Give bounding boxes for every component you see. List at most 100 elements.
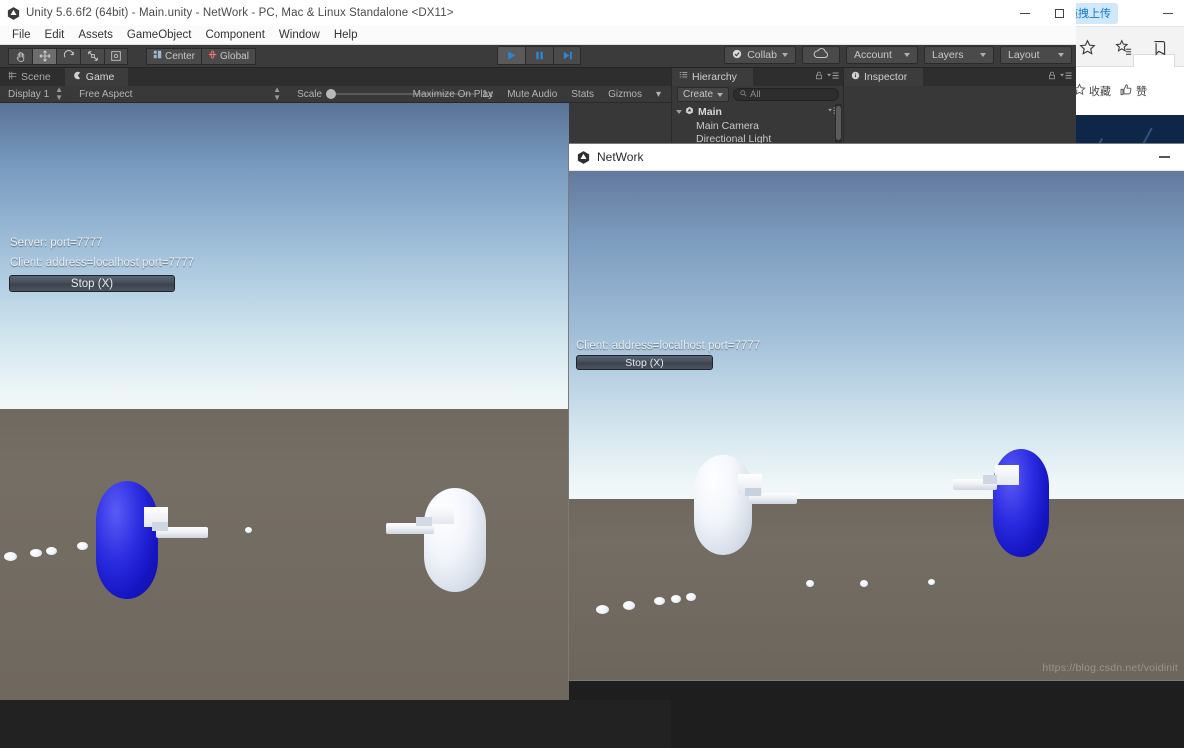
search-input[interactable]: All: [733, 88, 839, 101]
unity-titlebar: Unity 5.6.6f2 (64bit) - Main.unity - Net…: [0, 0, 1076, 26]
play-button[interactable]: [497, 46, 525, 65]
move-arrows-icon[interactable]: [32, 47, 56, 65]
unity-scene-icon: [685, 106, 694, 118]
game-render-view[interactable]: Server: port=7777 Client: address=localh…: [0, 103, 569, 735]
hierarchy-item-main[interactable]: Main: [672, 105, 844, 118]
pivot-mode-button[interactable]: Center: [146, 47, 202, 65]
chevron-down-icon[interactable]: [676, 109, 682, 114]
lock-icon[interactable]: [1048, 71, 1056, 82]
tab-game-label: Game: [85, 71, 115, 83]
stop-button[interactable]: Stop (X): [9, 275, 175, 292]
gizmos-chevron-icon[interactable]: ▾: [649, 89, 671, 100]
hierarchy-item-main-camera[interactable]: Main Camera: [672, 119, 844, 132]
hierarchy-panel-tools: [815, 71, 839, 82]
search-placeholder: All: [750, 89, 761, 100]
tab-scene[interactable]: Scene: [0, 68, 65, 86]
thumbs-up-icon: [1119, 83, 1133, 100]
gun-grip: [745, 488, 761, 496]
network-window-titlebar: NetWork: [569, 144, 1184, 171]
unity-logo-icon: [569, 144, 597, 171]
browser-minimize-button[interactable]: [1156, 4, 1180, 22]
display-label: Display 1: [8, 88, 50, 100]
tab-game[interactable]: Game: [64, 68, 129, 86]
account-label: Account: [854, 49, 892, 61]
stop-button[interactable]: Stop (X): [576, 355, 713, 370]
gizmos-dropdown[interactable]: Gizmos: [601, 89, 649, 100]
create-dropdown[interactable]: Create: [677, 87, 730, 102]
display-dropdown[interactable]: Display 1 ▲ ▼: [0, 86, 71, 103]
panel-menu-icon[interactable]: [827, 71, 839, 82]
pause-button[interactable]: [525, 46, 553, 65]
chevron-down-icon: [782, 53, 788, 57]
step-button[interactable]: [553, 46, 581, 65]
hand-tool[interactable]: [8, 47, 32, 65]
scale-knob[interactable]: [326, 89, 337, 99]
minimize-button[interactable]: [1008, 0, 1042, 26]
network-render-view[interactable]: Client: address=localhost port=7777 Stop…: [569, 171, 1184, 680]
like-label: 赞: [1136, 85, 1147, 98]
game-options-right: Maximize On Play Mute Audio Stats Gizmos…: [406, 86, 671, 103]
collab-button[interactable]: Collab: [724, 46, 796, 64]
chevron-updown-icon: ▲ ▼: [273, 85, 282, 102]
network-minimize-button[interactable]: [1150, 148, 1178, 166]
inspector-panel: Inspector: [843, 68, 1076, 148]
aspect-dropdown[interactable]: Free Aspect ▲ ▼: [71, 86, 289, 103]
hierarchy-item-label: Main Camera: [696, 119, 760, 132]
tab-scene-label: Scene: [21, 71, 51, 83]
tab-inspector-label: Inspector: [864, 71, 908, 83]
bullet: [671, 595, 681, 603]
maximize-button[interactable]: [1042, 0, 1076, 26]
layout-button[interactable]: Layout: [1000, 46, 1072, 64]
like-action[interactable]: 赞: [1119, 83, 1147, 100]
network-window-title: NetWork: [597, 150, 644, 164]
scene-grid-icon: [8, 71, 17, 83]
panel-menu-icon[interactable]: [1060, 71, 1072, 82]
sky-background: [569, 171, 1184, 503]
mute-audio-toggle[interactable]: Mute Audio: [500, 89, 564, 100]
gun-grip: [983, 475, 997, 484]
layout-label: Layout: [1008, 49, 1040, 61]
gun-grip: [152, 522, 168, 531]
layers-button[interactable]: Layers: [924, 46, 994, 64]
menu-file[interactable]: File: [5, 26, 38, 45]
cloud-button[interactable]: [802, 46, 840, 64]
maximize-on-play-toggle[interactable]: Maximize On Play: [406, 89, 501, 100]
game-panel-tabs: Scene Game: [0, 68, 671, 86]
bullet: [77, 542, 88, 550]
server-status-text: Server: port=7777: [10, 237, 103, 249]
rect-transform-icon[interactable]: [104, 47, 128, 65]
unity-logo-icon: [0, 0, 26, 26]
star-list-icon[interactable]: [1105, 27, 1141, 67]
search-icon: [740, 89, 747, 100]
network-standalone-window[interactable]: NetWork Client: address=localhost port=7…: [569, 144, 1184, 680]
rotate-icon[interactable]: [56, 47, 80, 65]
menu-edit[interactable]: Edit: [38, 26, 72, 45]
history-icon[interactable]: [1141, 27, 1177, 67]
menu-window[interactable]: Window: [272, 26, 327, 45]
tab-hierarchy-label: Hierarchy: [692, 71, 737, 83]
tab-hierarchy[interactable]: Hierarchy: [672, 68, 753, 86]
chevron-down-icon: [980, 53, 986, 57]
hierarchy-scrollbar[interactable]: [835, 104, 842, 146]
menu-help[interactable]: Help: [327, 26, 365, 45]
create-label: Create: [683, 89, 714, 100]
handle-mode-button[interactable]: Global: [201, 47, 256, 65]
tab-inspector[interactable]: Inspector: [844, 68, 924, 86]
account-button[interactable]: Account: [846, 46, 918, 64]
gun-body: [995, 465, 1019, 485]
bullet: [4, 552, 17, 561]
stats-toggle[interactable]: Stats: [564, 89, 601, 100]
bullet: [245, 527, 252, 533]
favorite-action[interactable]: 收藏: [1073, 83, 1111, 99]
bullet: [860, 580, 868, 587]
lock-icon[interactable]: [815, 71, 823, 82]
scale-icon[interactable]: [80, 47, 104, 65]
inspector-tabrow: Inspector: [844, 68, 1076, 86]
chevron-down-icon: [904, 53, 910, 57]
menu-component[interactable]: Component: [198, 26, 271, 45]
menu-gameobject[interactable]: GameObject: [120, 26, 199, 45]
star-outline-icon[interactable]: [1069, 27, 1105, 67]
watermark-text: https://blog.csdn.net/voidinit: [1042, 662, 1178, 674]
bullet: [623, 601, 635, 610]
menu-assets[interactable]: Assets: [71, 26, 120, 45]
